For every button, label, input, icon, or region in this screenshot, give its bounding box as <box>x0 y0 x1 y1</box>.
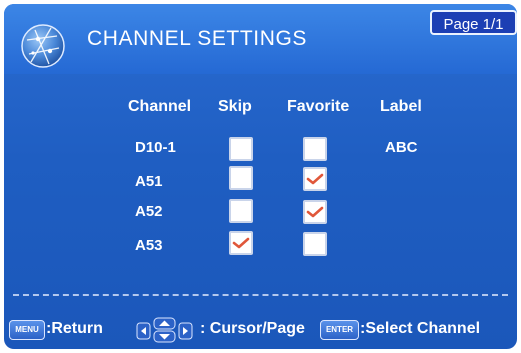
arrow-keys-icon <box>136 317 193 343</box>
column-header-label: Label <box>380 98 422 115</box>
skip-checkbox[interactable] <box>229 166 253 190</box>
channel-label: ABC <box>385 139 418 156</box>
column-header-channel: Channel <box>128 98 192 115</box>
globe-logo-icon <box>21 24 65 68</box>
favorite-checkbox[interactable] <box>303 232 327 256</box>
column-header-skip: Skip <box>218 98 252 115</box>
column-header-favorite: Favorite <box>287 98 350 115</box>
check-mark-icon <box>306 206 324 218</box>
channel-settings-screen: CHANNEL SETTINGS Page 1/1 Channel Skip F… <box>4 4 517 349</box>
footer-hint-bar: MENU :Return : Cursor/Page ENTER :Select… <box>4 317 517 345</box>
favorite-checkbox[interactable] <box>303 200 327 224</box>
menu-key-icon: MENU <box>9 320 45 340</box>
channel-name: A52 <box>135 203 163 220</box>
enter-key-icon: ENTER <box>320 320 359 340</box>
cursor-page-hint: : Cursor/Page <box>200 320 305 337</box>
skip-checkbox[interactable] <box>229 137 253 161</box>
channel-name: D10-1 <box>135 139 176 156</box>
skip-checkbox[interactable] <box>229 231 253 255</box>
favorite-checkbox[interactable] <box>303 167 327 191</box>
select-channel-hint: :Select Channel <box>360 320 481 337</box>
channel-name: A53 <box>135 237 163 254</box>
channel-name: A51 <box>135 173 163 190</box>
return-hint: :Return <box>46 320 103 337</box>
skip-checkbox[interactable] <box>229 199 253 223</box>
favorite-checkbox[interactable] <box>303 137 327 161</box>
check-mark-icon <box>232 237 250 249</box>
footer-divider <box>13 294 508 296</box>
page-indicator: Page 1/1 <box>430 10 517 35</box>
page-title: CHANNEL SETTINGS <box>87 27 308 50</box>
check-mark-icon <box>306 173 324 185</box>
